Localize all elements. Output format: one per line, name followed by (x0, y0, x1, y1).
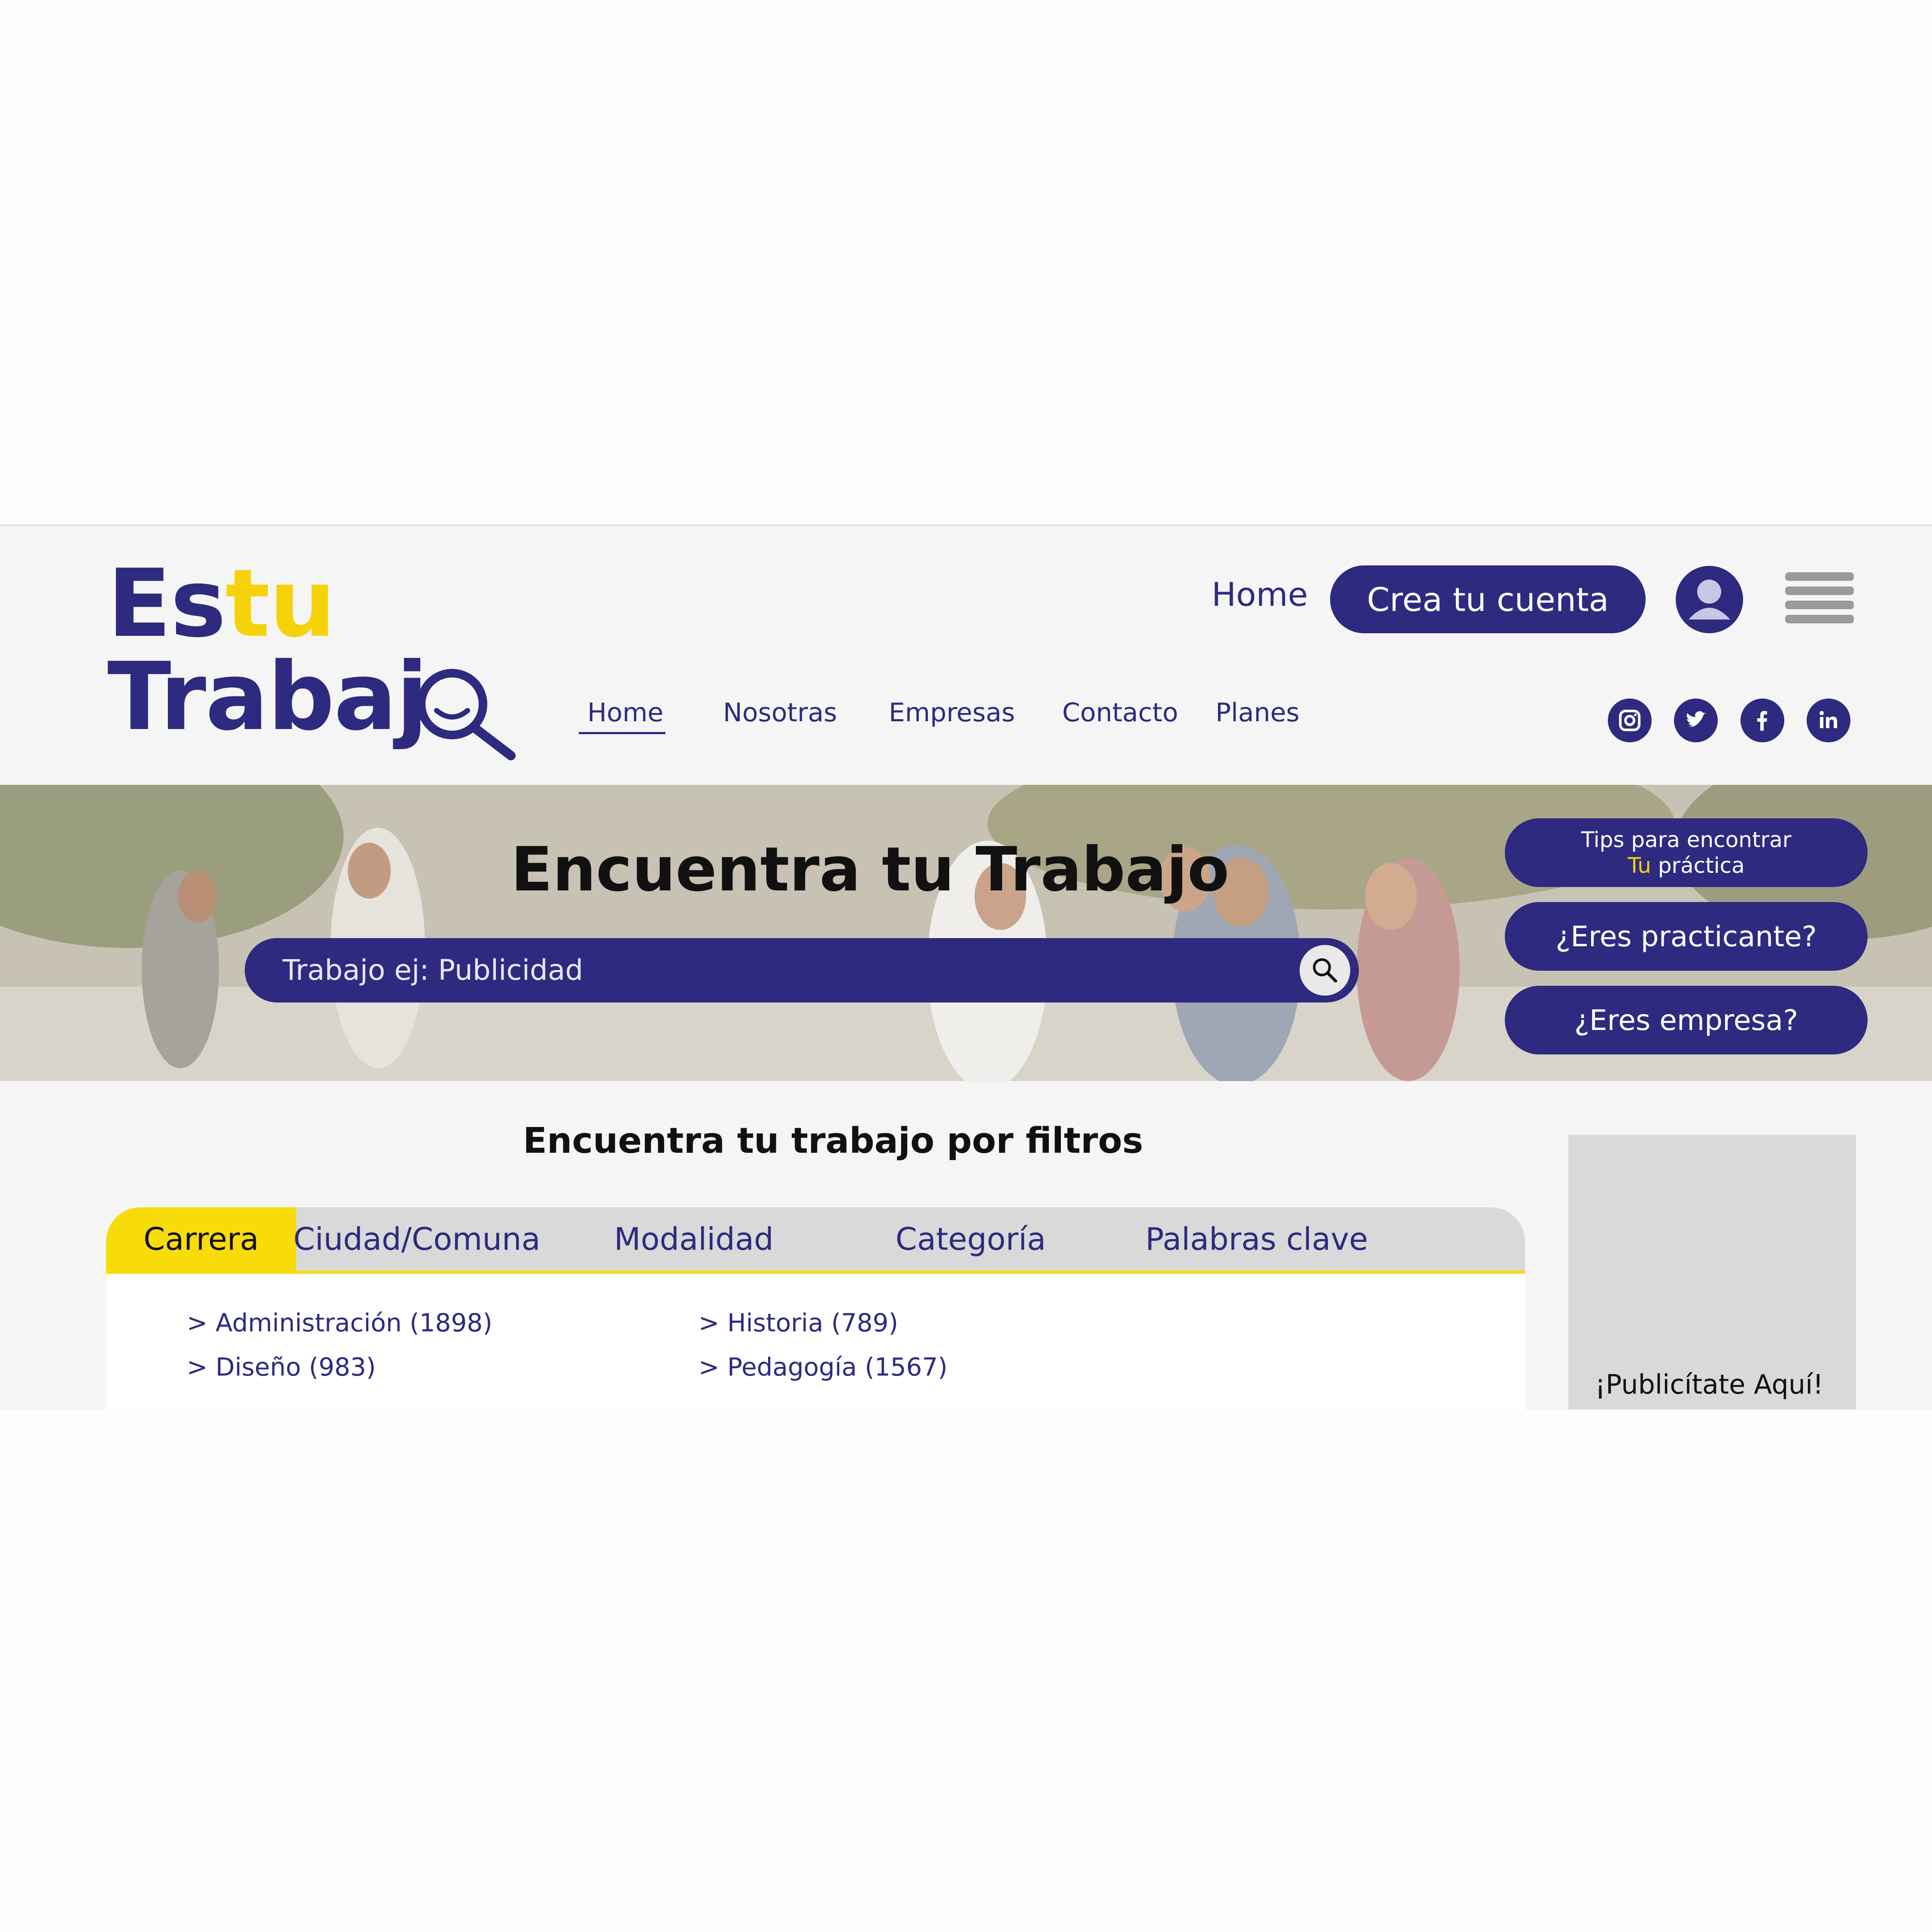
tips-button[interactable]: Tips para encontrar Tu práctica (1505, 818, 1868, 887)
linkedin-icon[interactable] (1807, 699, 1850, 742)
search-input[interactable]: Trabajo ej: Publicidad (283, 954, 583, 987)
job-search-bar[interactable]: Trabajo ej: Publicidad (245, 938, 1359, 1002)
facebook-icon[interactable] (1741, 699, 1784, 742)
tips-line1: Tips para encontrar (1581, 827, 1792, 852)
nav-home[interactable]: Home (587, 698, 663, 728)
hamburger-menu-icon[interactable] (1785, 572, 1854, 628)
tab-ciudad-comuna[interactable]: Ciudad/Comuna (293, 1207, 541, 1271)
nav-active-underline (579, 732, 665, 734)
search-button[interactable] (1300, 945, 1350, 996)
advertisement-box[interactable]: ¡Publicítate Aquí! (1568, 1135, 1856, 1410)
nav-planes[interactable]: Planes (1215, 698, 1300, 728)
hero-banner: Encuentra tu Trabajo Trabajo ej: Publici… (0, 785, 1932, 1081)
twitter-icon[interactable] (1674, 699, 1718, 742)
website-frame: Estu Trabaj Home Crea tu cuenta Home Nos… (0, 525, 1932, 1410)
create-account-button[interactable]: Crea tu cuenta (1330, 565, 1646, 633)
magnifier-logo-icon (417, 669, 516, 760)
nav-empresas[interactable]: Empresas (889, 698, 1015, 728)
logo-text-trabajo[interactable]: Trabaj (107, 650, 428, 744)
list-item[interactable]: > Administración (1898) (187, 1308, 492, 1337)
header-home-link[interactable]: Home (1212, 575, 1308, 614)
hero-title: Encuentra tu Trabajo (511, 834, 1230, 905)
nav-contacto[interactable]: Contacto (1062, 698, 1178, 728)
tab-underline (106, 1271, 1525, 1274)
tab-palabras-clave[interactable]: Palabras clave (1091, 1207, 1422, 1271)
practicante-button[interactable]: ¿Eres practicante? (1505, 902, 1868, 971)
logo-text-estu[interactable]: Estu (107, 557, 336, 651)
list-item[interactable]: > Diseño (983) (187, 1352, 376, 1382)
ad-text: ¡Publicítate Aquí! (1595, 1369, 1824, 1400)
instagram-icon[interactable] (1608, 699, 1652, 742)
tab-categoria[interactable]: Categoría (850, 1207, 1091, 1271)
list-item[interactable]: > Pedagogía (1567) (699, 1352, 948, 1382)
empresa-button[interactable]: ¿Eres empresa? (1505, 986, 1868, 1054)
nav-nosotras[interactable]: Nosotras (723, 698, 837, 728)
filters-title: Encuentra tu trabajo por filtros (523, 1121, 1143, 1161)
tips-line2: Tu práctica (1628, 853, 1745, 878)
filter-list-area: > Administración (1898) > Diseño (983) >… (106, 1274, 1525, 1410)
user-avatar-icon[interactable] (1676, 566, 1743, 633)
tab-modalidad[interactable]: Modalidad (538, 1207, 850, 1271)
list-item[interactable]: > Historia (789) (699, 1308, 898, 1337)
tab-carrera[interactable]: Carrera (106, 1207, 296, 1271)
filter-tabs: Carrera Ciudad/Comuna Modalidad Categorí… (106, 1207, 1525, 1271)
search-icon (1313, 958, 1337, 983)
